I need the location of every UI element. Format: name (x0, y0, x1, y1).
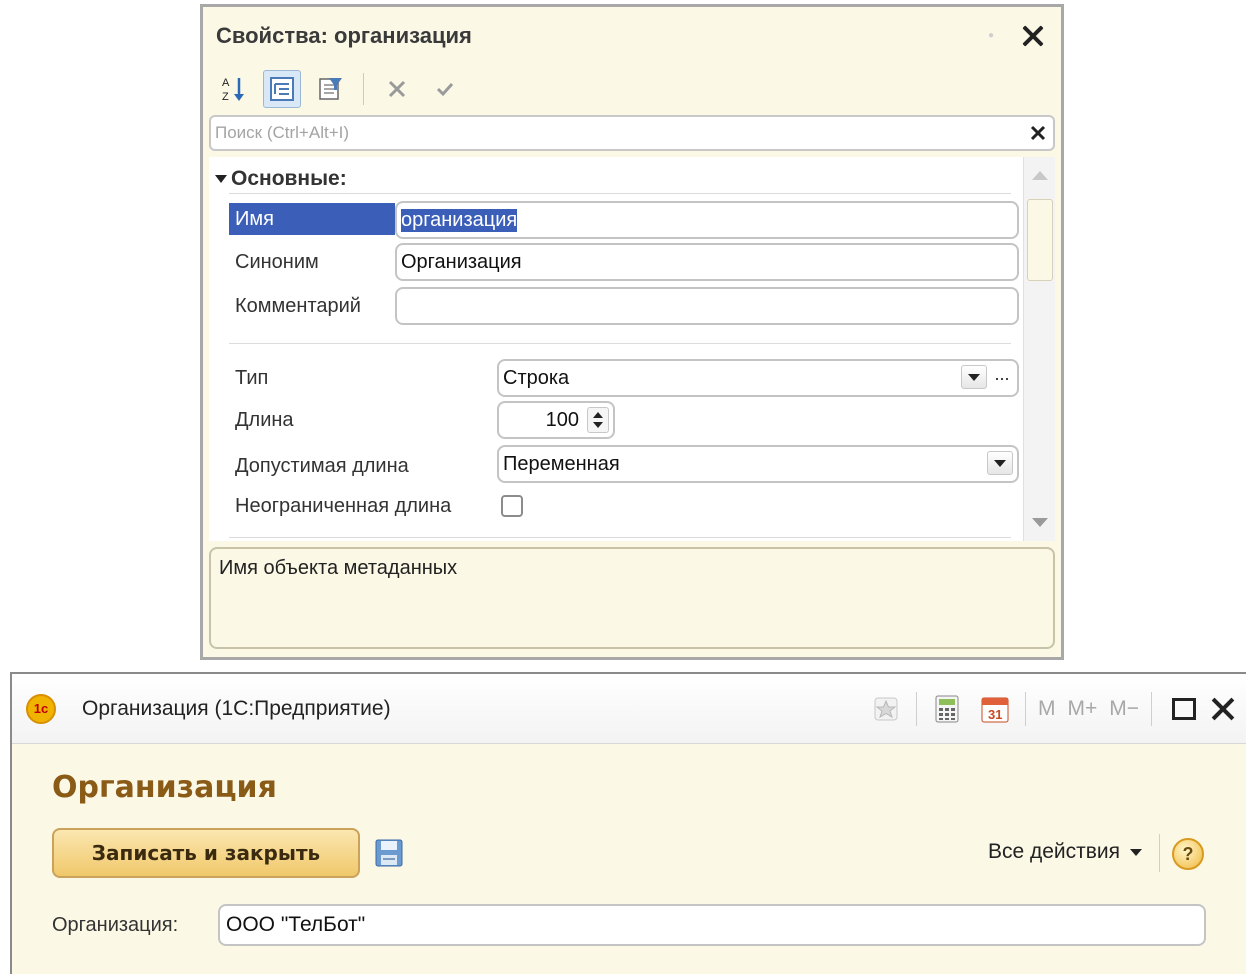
properties-panel: Свойства: организация ● A Z Поиск (Ctrl+… (200, 4, 1064, 660)
allowed-length-field[interactable]: Переменная (497, 445, 1019, 483)
search-row (209, 115, 1055, 151)
all-actions-label: Все действия (987, 840, 1120, 863)
memory-button[interactable]: M (1038, 697, 1056, 721)
group-header-main[interactable]: Основные: (215, 167, 347, 191)
section-divider (229, 343, 1011, 344)
group-label: Основные: (231, 167, 347, 190)
app-logo-icon: 1с (26, 693, 56, 724)
type-select-button[interactable]: ... (989, 365, 1015, 389)
save-icon[interactable] (374, 838, 404, 868)
scroll-thumb[interactable] (1027, 199, 1053, 281)
favorite-icon[interactable] (870, 693, 902, 725)
clear-search-icon[interactable] (1023, 118, 1053, 148)
organization-label: Организация: (52, 914, 179, 936)
memory-plus-button[interactable]: M+ (1067, 697, 1097, 721)
length-stepper[interactable] (587, 407, 609, 433)
synonym-label: Синоним (235, 251, 319, 273)
length-value: 100 (545, 408, 579, 431)
name-field[interactable]: организация (395, 201, 1019, 239)
filter-icon[interactable] (311, 70, 349, 108)
organization-field[interactable]: ООО "ТелБот" (218, 904, 1206, 946)
form-heading: Организация (52, 770, 277, 805)
allowed-length-dropdown-button[interactable] (987, 451, 1013, 475)
expand-triangle-icon[interactable] (215, 175, 227, 183)
synonym-value: Организация (401, 250, 522, 273)
pin-icon[interactable]: ● (985, 30, 997, 42)
properties-scrollbar[interactable] (1023, 157, 1055, 541)
cancel-icon[interactable] (378, 70, 416, 108)
name-value: организация (401, 208, 518, 232)
allowed-length-label: Допустимая длина (235, 455, 409, 477)
organization-value: ООО "ТелБот" (226, 913, 366, 936)
name-label: Имя (229, 203, 395, 235)
window-title: Организация (1С:Предприятие) (82, 696, 391, 720)
unlimited-length-checkbox[interactable] (501, 495, 523, 517)
chevron-down-icon (1130, 848, 1142, 856)
description-text: Имя объекта метаданных (219, 557, 458, 579)
form-titlebar: 1с Организация (1С:Предприятие) 31 M M+ … (12, 674, 1246, 744)
close-icon[interactable] (1021, 24, 1045, 48)
unlimited-length-label: Неограниченная длина (235, 495, 452, 517)
type-value: Строка (503, 366, 570, 389)
stepper-up-icon[interactable] (593, 412, 603, 418)
allowed-length-value: Переменная (503, 452, 620, 475)
organization-form-window: 1с Организация (1С:Предприятие) 31 M M+ … (10, 672, 1246, 974)
actions-separator (1159, 834, 1160, 872)
chevron-down-icon (968, 373, 980, 381)
memory-minus-button[interactable]: M− (1109, 697, 1139, 721)
calendar-icon[interactable]: 31 (979, 693, 1011, 725)
svg-text:A: A (222, 77, 230, 89)
svg-text:Z: Z (222, 91, 229, 103)
length-field[interactable]: 100 (497, 401, 615, 439)
maximize-icon[interactable] (1172, 697, 1196, 720)
help-icon[interactable]: ? (1172, 838, 1204, 870)
comment-label: Комментарий (235, 295, 361, 317)
properties-toolbar: A Z (203, 65, 1061, 113)
titlebar-separator (915, 691, 917, 726)
properties-list: Основные: Имя организация Синоним Органи… (209, 157, 1055, 541)
properties-titlebar: Свойства: организация ● (203, 7, 1061, 65)
group-icon[interactable] (263, 70, 301, 108)
stepper-down-icon[interactable] (593, 422, 603, 428)
synonym-field[interactable]: Организация (395, 243, 1019, 281)
search-input[interactable] (211, 118, 1023, 148)
group-divider (229, 193, 1011, 194)
length-label: Длина (235, 409, 294, 431)
properties-title: Свойства: организация (216, 23, 472, 48)
titlebar-separator (1024, 691, 1026, 726)
comment-field[interactable] (395, 287, 1019, 325)
close-window-icon[interactable] (1210, 696, 1236, 722)
all-actions-menu[interactable]: Все действия (988, 840, 1142, 864)
type-field[interactable]: Строка ... (497, 359, 1019, 397)
sort-az-icon[interactable]: A Z (215, 70, 253, 108)
scroll-down-icon[interactable] (1032, 518, 1048, 527)
bottom-divider (229, 537, 1011, 538)
property-description: Имя объекта метаданных (209, 547, 1055, 649)
type-label: Тип (235, 367, 269, 389)
apply-icon[interactable] (426, 70, 464, 108)
type-dropdown-button[interactable] (961, 365, 987, 389)
save-and-close-button[interactable]: Записать и закрыть (52, 828, 360, 878)
titlebar-separator (1151, 691, 1152, 726)
calculator-icon[interactable] (931, 693, 963, 725)
scroll-up-icon[interactable] (1032, 171, 1048, 180)
toolbar-separator (363, 73, 364, 105)
svg-text:31: 31 (988, 707, 1002, 722)
chevron-down-icon (994, 459, 1006, 467)
